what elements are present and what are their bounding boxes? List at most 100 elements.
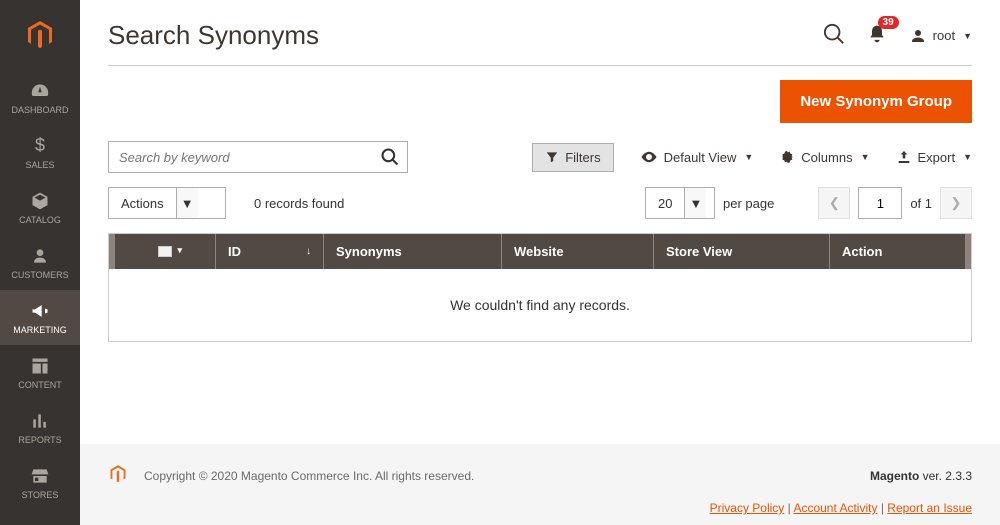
col-label: Synonyms xyxy=(336,244,402,259)
eye-icon xyxy=(640,148,658,166)
magento-logo-icon xyxy=(108,464,128,484)
person-icon xyxy=(30,246,50,266)
gauge-icon xyxy=(30,81,50,101)
bar-chart-icon xyxy=(30,411,50,431)
chevron-right-icon: ❯ xyxy=(951,195,962,211)
column-id[interactable]: ID ↓ xyxy=(215,234,323,269)
chevron-down-icon: ▼ xyxy=(861,152,870,162)
next-page-button[interactable]: ❯ xyxy=(940,187,972,219)
col-label: Store View xyxy=(666,244,732,259)
page-input[interactable] xyxy=(858,187,902,219)
sidebar-label: CUSTOMERS xyxy=(11,270,68,280)
sort-desc-icon: ↓ xyxy=(306,246,311,257)
magento-logo[interactable] xyxy=(0,0,80,70)
footer-copyright: Copyright © 2020 Magento Commerce Inc. A… xyxy=(144,469,862,483)
footer-links: Privacy Policy | Account Activity | Repo… xyxy=(108,501,972,515)
funnel-icon xyxy=(545,150,559,164)
chevron-down-icon: ▼ xyxy=(963,31,972,41)
column-store-view[interactable]: Store View xyxy=(653,234,829,269)
notification-badge: 39 xyxy=(878,16,899,29)
chevron-down-icon: ▼ xyxy=(963,152,972,162)
storefront-icon xyxy=(30,466,50,486)
page-title: Search Synonyms xyxy=(108,20,823,51)
sidebar-label: DASHBOARD xyxy=(11,105,68,115)
gear-icon xyxy=(779,149,795,165)
col-label: Action xyxy=(842,244,882,259)
magento-logo-icon xyxy=(24,19,56,51)
per-page-value: 20 xyxy=(646,196,684,211)
sidebar-item-customers[interactable]: CUSTOMERS xyxy=(0,235,80,290)
table-header: ID ↓ Synonyms Website Store View Action xyxy=(109,234,971,269)
records-found: 0 records found xyxy=(254,196,344,211)
privacy-policy-link[interactable]: Privacy Policy xyxy=(710,501,785,515)
grid-controls: Actions ▼ 0 records found 20 ▼ per page … xyxy=(108,187,972,219)
col-label: Website xyxy=(514,244,564,259)
search-icon xyxy=(823,23,845,45)
select-all-column[interactable] xyxy=(115,234,215,269)
sidebar-item-marketing[interactable]: MARKETING xyxy=(0,290,80,345)
default-view-button[interactable]: Default View ▼ xyxy=(640,148,754,166)
column-action: Action xyxy=(829,234,965,269)
report-issue-link[interactable]: Report an Issue xyxy=(887,501,972,515)
sidebar-item-catalog[interactable]: CATALOG xyxy=(0,180,80,235)
user-icon xyxy=(909,27,927,45)
col-label: ID xyxy=(228,244,241,259)
user-menu[interactable]: root ▼ xyxy=(909,27,972,45)
actions-label: Actions xyxy=(109,196,176,211)
columns-label: Columns xyxy=(801,150,852,165)
sidebar-label: CONTENT xyxy=(18,380,62,390)
table-empty-message: We couldn't find any records. xyxy=(109,269,971,341)
sidebar-item-reports[interactable]: REPORTS xyxy=(0,400,80,455)
data-grid: ID ↓ Synonyms Website Store View Action … xyxy=(108,233,972,342)
search-button[interactable] xyxy=(823,23,845,48)
search-icon xyxy=(380,147,400,167)
per-page-select[interactable]: 20 ▼ xyxy=(645,187,715,219)
footer: Copyright © 2020 Magento Commerce Inc. A… xyxy=(80,444,1000,525)
sidebar-item-sales[interactable]: $ SALES xyxy=(0,125,80,180)
view-label: Default View xyxy=(664,150,737,165)
columns-button[interactable]: Columns ▼ xyxy=(779,149,869,165)
export-button[interactable]: Export ▼ xyxy=(896,149,973,165)
sidebar: DASHBOARD $ SALES CATALOG CUSTOMERS MARK… xyxy=(0,0,80,525)
chevron-down-icon: ▼ xyxy=(744,152,753,162)
sidebar-label: STORES xyxy=(22,490,59,500)
search-submit[interactable] xyxy=(373,142,407,172)
megaphone-icon xyxy=(30,301,50,321)
per-page-label: per page xyxy=(723,196,774,211)
cube-icon xyxy=(30,191,50,211)
sidebar-label: MARKETING xyxy=(13,325,67,335)
sidebar-label: CATALOG xyxy=(19,215,61,225)
sidebar-item-content[interactable]: CONTENT xyxy=(0,345,80,400)
footer-version: Magento ver. 2.3.3 xyxy=(870,469,972,483)
dollar-icon: $ xyxy=(30,136,50,156)
column-synonyms[interactable]: Synonyms xyxy=(323,234,501,269)
sidebar-item-dashboard[interactable]: DASHBOARD xyxy=(0,70,80,125)
sidebar-label: REPORTS xyxy=(18,435,61,445)
actions-select[interactable]: Actions ▼ xyxy=(108,187,226,219)
search-box xyxy=(108,141,408,173)
action-bar: New Synonym Group xyxy=(108,65,972,141)
layout-icon xyxy=(30,356,50,376)
chevron-left-icon: ❮ xyxy=(829,195,840,211)
chevron-down-icon: ▼ xyxy=(684,188,706,218)
export-label: Export xyxy=(918,150,956,165)
chevron-down-icon: ▼ xyxy=(176,188,198,218)
product-name: Magento xyxy=(870,469,919,483)
version-string: ver. 2.3.3 xyxy=(919,469,972,483)
sidebar-item-stores[interactable]: STORES xyxy=(0,455,80,510)
page-header: Search Synonyms 39 root ▼ xyxy=(80,0,1000,65)
magento-footer-logo xyxy=(108,464,128,487)
upload-icon xyxy=(896,149,912,165)
column-website[interactable]: Website xyxy=(501,234,653,269)
user-name: root xyxy=(933,28,955,43)
new-synonym-group-button[interactable]: New Synonym Group xyxy=(780,80,972,123)
page-of: of 1 xyxy=(910,196,932,211)
filters-label: Filters xyxy=(565,150,600,165)
filters-button[interactable]: Filters xyxy=(532,143,613,172)
search-input[interactable] xyxy=(109,150,373,165)
account-activity-link[interactable]: Account Activity xyxy=(793,501,877,515)
prev-page-button[interactable]: ❮ xyxy=(818,187,850,219)
notifications-button[interactable]: 39 xyxy=(867,24,887,47)
toolbar: Filters Default View ▼ Columns ▼ Export … xyxy=(108,141,972,173)
sidebar-label: SALES xyxy=(25,160,54,170)
